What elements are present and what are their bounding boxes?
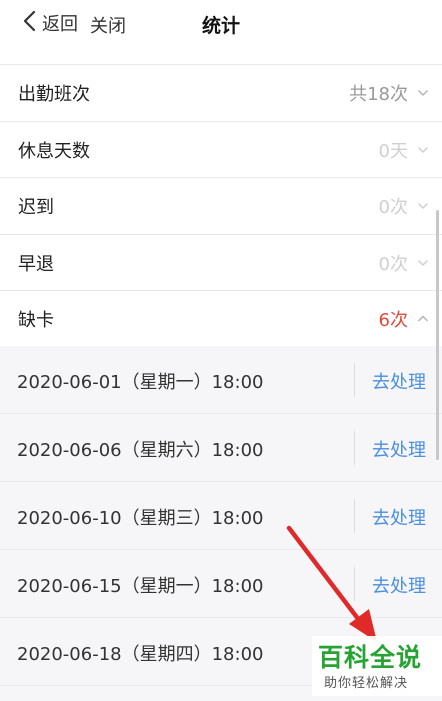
chevron-down-icon	[417, 146, 429, 153]
stat-row-attendance[interactable]: 出勤班次 共18次	[0, 64, 442, 121]
chevron-down-icon	[417, 259, 429, 266]
list-item: 2020-06-01（星期一）18:00 去处理	[0, 346, 442, 414]
stats-list: 出勤班次 共18次 休息天数 0天 迟到 0次 早退 0次 缺卡 6次	[0, 64, 442, 347]
watermark-title: 百科全说	[318, 643, 423, 672]
stat-label: 迟到	[18, 197, 54, 218]
chevron-down-icon	[417, 89, 429, 97]
record-date: 2020-06-15（星期一）18:00	[17, 576, 264, 597]
divider	[354, 499, 355, 533]
handle-button[interactable]: 去处理	[372, 504, 426, 530]
handle-button[interactable]: 去处理	[372, 572, 426, 598]
stat-row-early-leave[interactable]: 早退 0次	[0, 233, 442, 290]
scrollbar[interactable]	[436, 210, 439, 460]
chevron-up-icon	[417, 315, 429, 322]
record-date: 2020-06-01（星期一）18:00	[17, 372, 264, 393]
watermark-subtitle: 助你轻松解决	[324, 676, 409, 691]
stat-label: 出勤班次	[18, 84, 90, 105]
stat-row-late[interactable]: 迟到 0次	[0, 177, 442, 234]
list-item: 2020-06-10（星期三）18:00 去处理	[0, 482, 442, 550]
stat-row-missing-punch[interactable]: 缺卡 6次	[0, 290, 442, 347]
stat-value: 0次	[378, 197, 408, 218]
divider	[354, 431, 355, 465]
chevron-down-icon	[417, 202, 429, 210]
stat-label: 早退	[18, 253, 54, 275]
watermark-logo: 百科全说 助你轻松解决	[312, 636, 442, 696]
top-bar: 返回 关闭 统计	[0, 0, 442, 46]
record-date: 2020-06-18（星期四）18:00	[17, 644, 264, 665]
record-date: 2020-06-06（星期六）18:00	[17, 440, 264, 461]
page-title: 统计	[201, 15, 240, 37]
stat-row-rest-days[interactable]: 休息天数 0天	[0, 120, 442, 177]
divider	[354, 567, 355, 601]
stat-value: 0天	[378, 140, 408, 162]
stat-value: 0次	[378, 253, 408, 275]
list-item: 2020-06-15（星期一）18:00 去处理	[0, 550, 442, 618]
record-date: 2020-06-10（星期三）18:00	[17, 508, 264, 529]
stat-value: 6次	[378, 310, 408, 331]
handle-button[interactable]: 去处理	[372, 436, 426, 462]
stat-value: 共18次	[349, 84, 408, 105]
stat-label: 缺卡	[18, 310, 54, 331]
list-item: 2020-06-06（星期六）18:00 去处理	[0, 414, 442, 482]
stat-label: 休息天数	[18, 140, 90, 162]
divider	[354, 363, 355, 397]
handle-button[interactable]: 去处理	[372, 368, 426, 394]
